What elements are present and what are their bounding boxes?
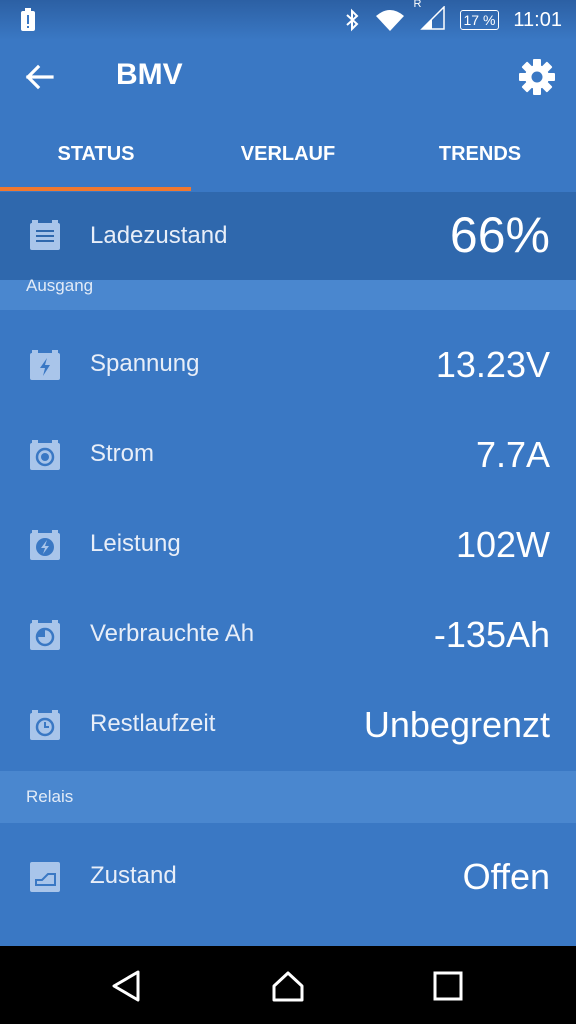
list-item-strom: Strom 7.7A <box>0 410 576 500</box>
tab-status[interactable]: STATUS <box>0 116 192 192</box>
back-triangle-icon[interactable] <box>108 968 144 1004</box>
section-header-label: Ausgang <box>26 276 94 295</box>
battery-list-icon <box>30 220 60 250</box>
row-label: Spannung <box>90 350 200 377</box>
row-value: -135Ah <box>433 614 550 655</box>
list-item-spannung: Spannung 13.23V <box>0 320 576 410</box>
app-bar: BMV <box>0 40 576 116</box>
battery-icon: 17 % <box>459 10 500 30</box>
list-item-verbrauchte-ah: Verbrauchte Ah -135Ah <box>0 590 576 680</box>
section-header-relay: Relais <box>0 771 576 823</box>
relay-icon <box>30 862 60 892</box>
list-item-leistung: Leistung 102W <box>0 500 576 590</box>
roaming-indicator: R <box>413 0 422 10</box>
recents-icon[interactable] <box>430 968 466 1004</box>
status-time: 11:01 <box>513 8 562 31</box>
list-item-restlaufzeit: Restlaufzeit Unbegrenzt <box>0 680 576 770</box>
row-value: 102W <box>455 524 550 565</box>
status-bar: R 17 % 11:01 <box>0 0 576 40</box>
section-header-output: Ausgang <box>0 276 576 310</box>
current-icon <box>30 440 60 470</box>
arrow-left-icon[interactable] <box>22 60 56 94</box>
row-label: Strom <box>90 440 155 467</box>
row-value: 7.7A <box>475 434 550 475</box>
row-label: Restlaufzeit <box>90 710 216 737</box>
row-label: Verbrauchte Ah <box>90 620 255 647</box>
gear-icon[interactable] <box>518 58 556 96</box>
soc-value: 66% <box>449 207 550 263</box>
cell-signal-icon <box>419 5 445 30</box>
power-icon <box>30 530 60 560</box>
tab-trends[interactable]: TRENDS <box>384 116 576 192</box>
row-label: Zustand <box>90 862 177 889</box>
page-title: BMV <box>116 58 183 91</box>
bluetooth-icon <box>345 8 358 32</box>
tab-bar: STATUS VERLAUF TRENDS <box>0 116 576 192</box>
wifi-icon <box>375 10 404 31</box>
voltage-icon <box>30 350 60 380</box>
row-value: 13.23V <box>435 344 550 385</box>
consumed-ah-icon <box>30 620 60 650</box>
list-item-zustand: Zustand Offen <box>0 832 576 922</box>
clock-icon <box>30 710 60 740</box>
row-value: Unbegrenzt <box>363 704 550 745</box>
section-header-label: Relais <box>26 787 74 806</box>
tab-indicator <box>0 187 191 191</box>
tab-verlauf[interactable]: VERLAUF <box>192 116 384 192</box>
row-value: Offen <box>462 856 550 897</box>
row-label: Leistung <box>90 530 181 557</box>
system-nav-bar <box>0 946 576 1024</box>
soc-label: Ladezustand <box>90 222 228 249</box>
home-icon[interactable] <box>270 968 306 1004</box>
state-of-charge-row: Ladezustand 66% <box>0 192 576 280</box>
alert-icon <box>21 8 35 31</box>
